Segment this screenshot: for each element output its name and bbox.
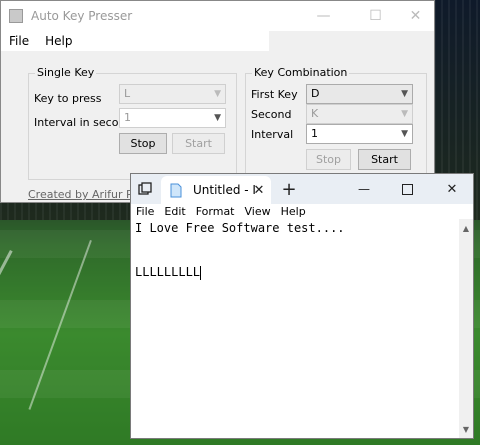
first-key-value: D — [311, 87, 320, 100]
minimize-icon[interactable]: — — [356, 181, 372, 197]
menu-format[interactable]: Format — [191, 205, 240, 218]
key-combination-legend: Key Combination — [252, 66, 350, 79]
close-icon[interactable]: ✕ — [444, 181, 460, 197]
menu-file[interactable]: File — [131, 205, 159, 218]
scroll-up-icon[interactable]: ▲ — [461, 223, 471, 233]
close-button[interactable]: ✕ — [393, 1, 438, 31]
interval-seconds-value: 1 — [124, 111, 131, 124]
second-key-value: K — [311, 107, 319, 120]
text-cursor — [200, 265, 202, 280]
minimize-button[interactable]: — — [301, 1, 346, 31]
notepad-titlebar[interactable]: Untitled - I ✕ + — ✕ — [131, 174, 473, 204]
key-to-press-label: Key to press — [34, 92, 102, 105]
tab-title: Untitled - I — [193, 183, 256, 197]
combo-stop-button[interactable]: Stop — [306, 149, 351, 170]
akp-menubar: File Help — [1, 31, 269, 51]
text-line-1: I Love Free Software test.... — [135, 221, 345, 235]
tab-untitled[interactable]: Untitled - I ✕ — [161, 176, 271, 204]
first-key-label: First Key — [251, 88, 298, 101]
text-editor[interactable]: I Love Free Software test.... LLLLLLLLL — [131, 219, 459, 438]
menu-help[interactable]: Help — [276, 205, 311, 218]
chevron-down-icon: ▼ — [401, 129, 408, 139]
tab-overview-icon[interactable] — [137, 181, 153, 197]
menu-edit[interactable]: Edit — [159, 205, 190, 218]
key-to-press-value: L — [124, 87, 131, 100]
key-to-press-select[interactable]: L ▼ — [119, 84, 226, 104]
maximize-icon[interactable] — [399, 181, 415, 197]
chevron-down-icon: ▼ — [214, 113, 221, 123]
text-line-3: LLLLLLLLL — [135, 265, 202, 280]
menu-file[interactable]: File — [1, 34, 37, 48]
menu-help[interactable]: Help — [37, 34, 80, 48]
second-key-label: Second — [251, 108, 292, 121]
typed-keys: LLLLLLLLL — [135, 265, 201, 279]
app-icon — [9, 9, 23, 23]
interval-seconds-select[interactable]: 1 ▼ — [119, 108, 226, 128]
single-stop-button[interactable]: Stop — [119, 133, 167, 154]
combo-interval-select[interactable]: 1 ▼ — [306, 124, 413, 144]
combo-interval-label: Interval — [251, 128, 294, 141]
notepad-window: Untitled - I ✕ + — ✕ File Edit Format Vi… — [130, 173, 474, 439]
maximize-button[interactable]: ☐ — [353, 1, 398, 31]
notepad-menubar: File Edit Format View Help — [131, 204, 473, 219]
combo-interval-value: 1 — [311, 127, 318, 140]
pitch-line — [0, 250, 13, 437]
first-key-select[interactable]: D ▼ — [306, 84, 413, 104]
akp-title: Auto Key Presser — [31, 9, 133, 23]
second-key-select[interactable]: K ▼ — [306, 104, 413, 124]
menu-view[interactable]: View — [240, 205, 276, 218]
vertical-scrollbar[interactable]: ▲ ▼ — [459, 219, 473, 438]
chevron-down-icon: ▼ — [401, 89, 408, 99]
chevron-down-icon: ▼ — [401, 109, 408, 119]
notepad-file-icon — [169, 182, 183, 198]
single-start-button[interactable]: Start — [172, 133, 225, 154]
single-key-legend: Single Key — [35, 66, 97, 79]
chevron-down-icon: ▼ — [214, 89, 221, 99]
tab-close-icon[interactable]: ✕ — [251, 182, 267, 198]
scroll-down-icon[interactable]: ▼ — [461, 424, 471, 434]
combo-start-button[interactable]: Start — [358, 149, 411, 170]
akp-titlebar[interactable]: Auto Key Presser — ☐ ✕ — [1, 1, 434, 31]
new-tab-icon[interactable]: + — [279, 179, 299, 200]
